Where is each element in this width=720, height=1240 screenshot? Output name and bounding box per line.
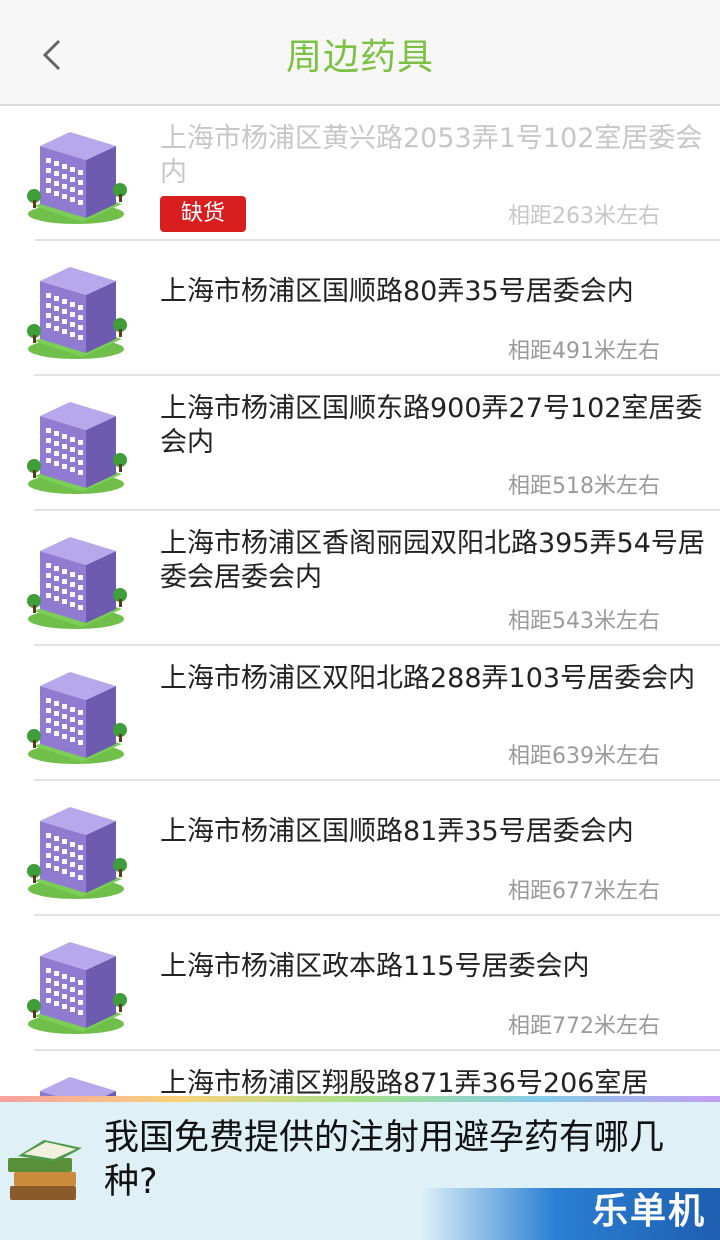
page-title: 周边药具 (285, 37, 434, 78)
item-address: 上海市杨浦区国顺路80弄35号居委会内 (160, 276, 634, 307)
out-of-stock-badge: 缺货 (160, 196, 246, 232)
list-item[interactable]: 上海市杨浦区政本路115号居委会内 相距772米左右 (27, 916, 720, 1051)
list-item[interactable]: 上海市杨浦区国顺东路900弄27号102室居委会内 相距518米左右 (27, 376, 720, 511)
building-icon (27, 267, 127, 359)
item-address: 上海市杨浦区国顺东路900弄27号102室居委会内 (160, 393, 703, 458)
ad-stripe (0, 1096, 720, 1102)
item-distance: 相距518米左右 (508, 474, 660, 499)
list-item[interactable]: 上海市杨浦区香阁丽园双阳北路395弄54号居委会居委会内 相距543米左右 (27, 511, 720, 646)
building-icon (27, 942, 127, 1034)
item-address: 上海市杨浦区国顺路81弄35号居委会内 (160, 816, 634, 847)
item-distance: 相距263米左右 (508, 204, 660, 229)
item-address: 上海市杨浦区黄兴路2053弄1号102室居委会内 (160, 123, 703, 188)
building-icon (27, 807, 127, 899)
item-distance: 相距491米左右 (508, 339, 660, 364)
building-icon (27, 672, 127, 764)
building-icon (27, 132, 127, 224)
ad-banner[interactable]: 我国免费提供的注射用避孕药有哪几种? 乐单机 (0, 1096, 720, 1240)
item-distance: 相距772米左右 (508, 1014, 660, 1039)
list-item[interactable]: 上海市杨浦区双阳北路288弄103号居委会内 相距639米左右 (27, 646, 720, 781)
pharmacy-list: 上海市杨浦区黄兴路2053弄1号102室居委会内 缺货 相距263米左右 上海市… (0, 106, 720, 1186)
item-distance: 相距639米左右 (508, 744, 660, 769)
top-bar: 周边药具 (0, 0, 720, 106)
list-item[interactable]: 上海市杨浦区黄兴路2053弄1号102室居委会内 缺货 相距263米左右 (27, 106, 720, 241)
brand-logo: 乐单机 (591, 1191, 706, 1232)
building-icon (27, 537, 127, 629)
item-address: 上海市杨浦区香阁丽园双阳北路395弄54号居委会居委会内 (160, 528, 705, 593)
item-address: 上海市杨浦区双阳北路288弄103号居委会内 (160, 663, 696, 694)
item-address: 上海市杨浦区政本路115号居委会内 (160, 951, 590, 982)
books-icon (8, 1140, 82, 1200)
item-distance: 相距543米左右 (508, 609, 660, 634)
list-item[interactable]: 上海市杨浦区国顺路80弄35号居委会内 相距491米左右 (27, 241, 720, 376)
building-icon (27, 402, 127, 494)
list-item[interactable]: 上海市杨浦区国顺路81弄35号居委会内 相距677米左右 (27, 781, 720, 916)
item-distance: 相距677米左右 (508, 879, 660, 904)
